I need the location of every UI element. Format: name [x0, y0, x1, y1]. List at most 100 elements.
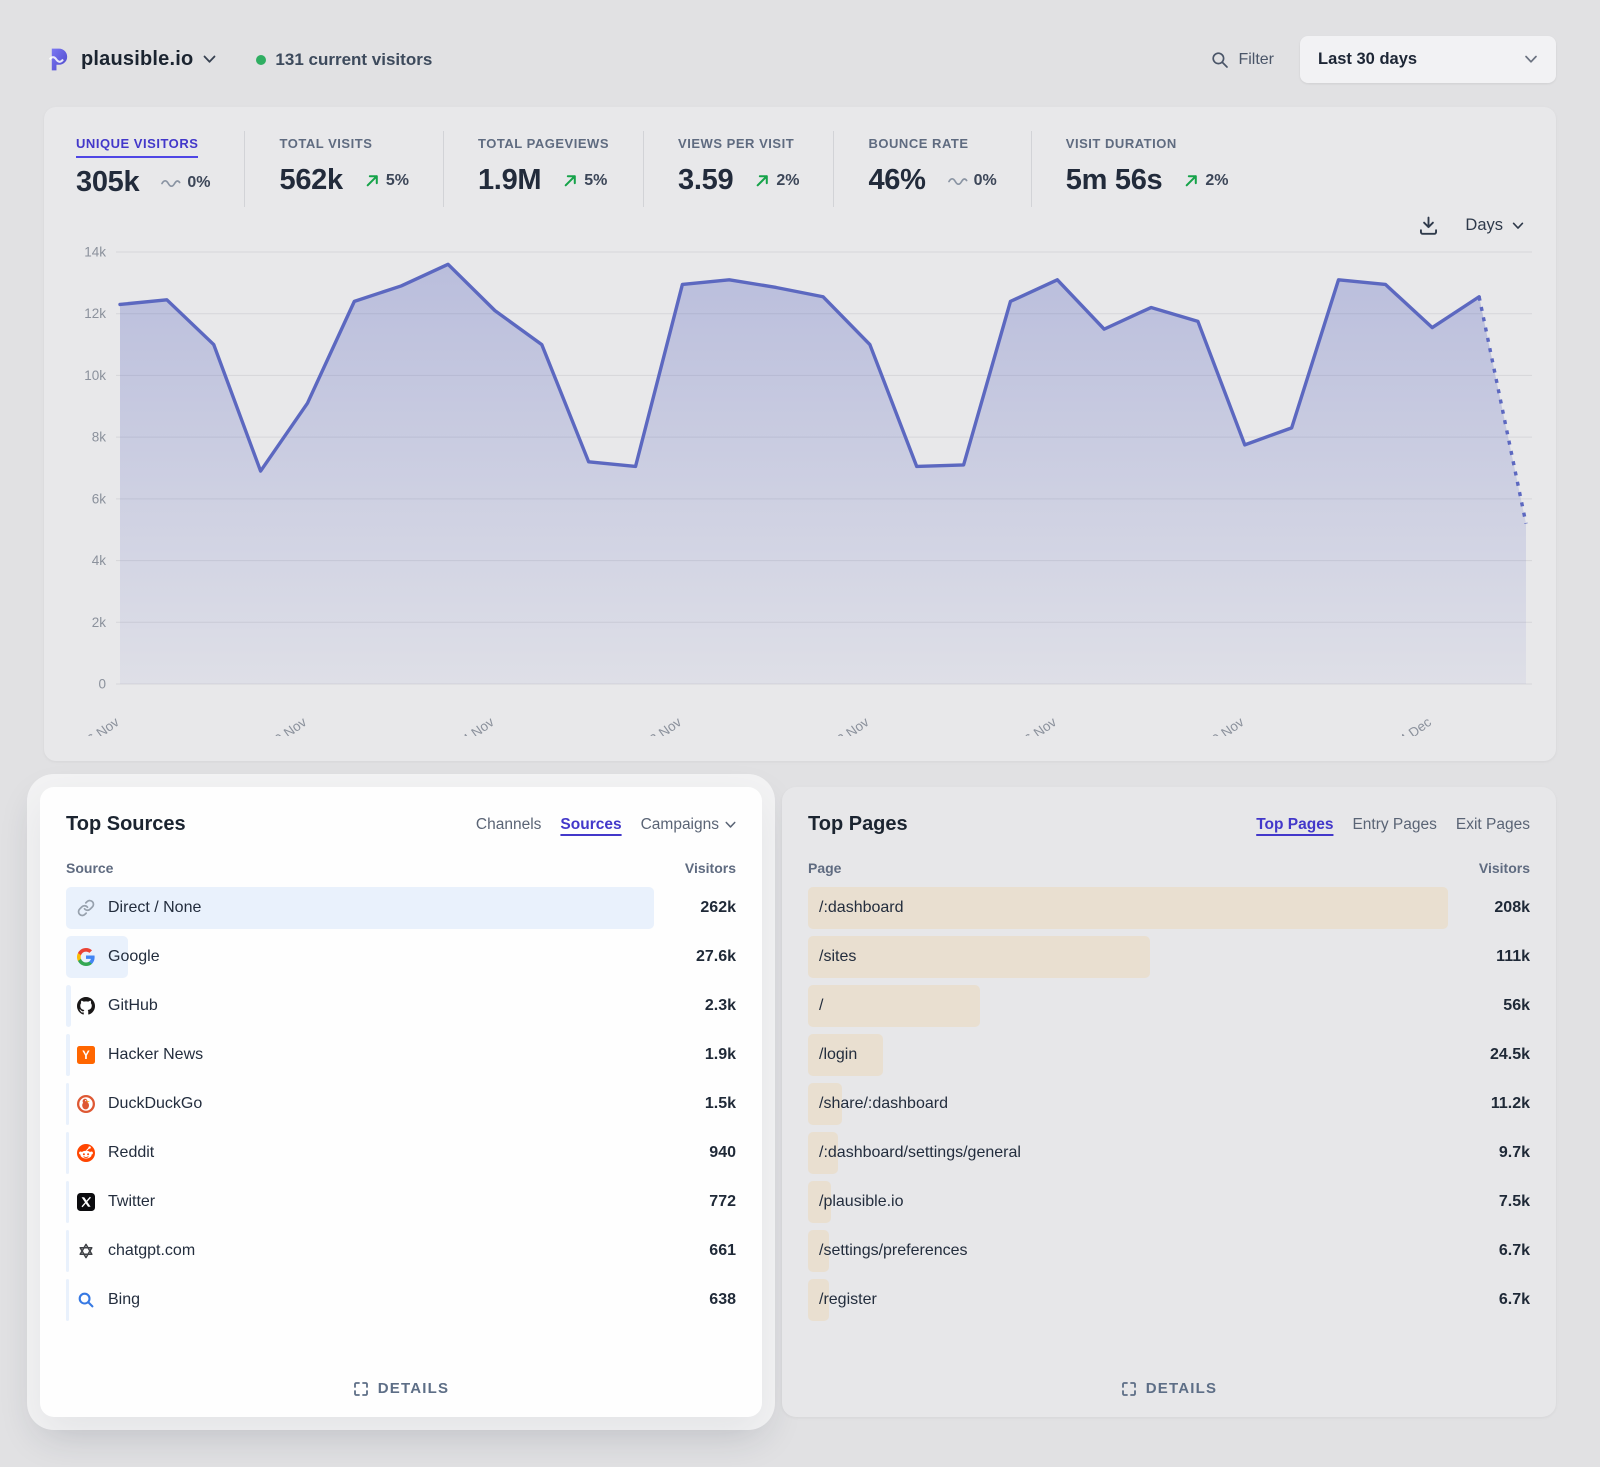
source-row[interactable]: Y Hacker News 1.9k [66, 1033, 736, 1077]
page-visitors: 111k [1448, 948, 1530, 966]
source-row[interactable]: Reddit 940 [66, 1131, 736, 1175]
source-name: Twitter [108, 1193, 155, 1211]
pages-details-button[interactable]: DETAILS [782, 1380, 1556, 1397]
metric-change: 0% [948, 172, 997, 190]
download-button[interactable] [1418, 215, 1439, 236]
page-row[interactable]: /login 24.5k [808, 1033, 1530, 1077]
metric-value: 5m 56s [1066, 164, 1163, 197]
page-row[interactable]: / 56k [808, 984, 1530, 1028]
source-row[interactable]: Bing 638 [66, 1278, 736, 1322]
sources-details-button[interactable]: DETAILS [40, 1380, 762, 1397]
tab[interactable]: Sources [560, 816, 621, 834]
metric-label: VIEWS PER VISIT [678, 136, 794, 156]
metric[interactable]: TOTAL VISITS 562k 5% [244, 131, 442, 207]
page-share-bar [808, 985, 980, 1027]
tab-label: Channels [476, 816, 542, 834]
pages-col-visitors: Visitors [1479, 860, 1530, 876]
pages-tabs: Top Pages Entry Pages Exit Pages [1256, 816, 1530, 834]
source-name: Hacker News [108, 1046, 203, 1064]
metric[interactable]: TOTAL PAGEVIEWS 1.9M 5% [443, 131, 643, 207]
pages-col-page: Page [808, 860, 841, 876]
page-visitors: 56k [1448, 997, 1530, 1015]
source-visitors: 1.9k [654, 1046, 736, 1064]
search-icon [1211, 51, 1229, 69]
page-path: /sites [819, 948, 856, 966]
metric-change: 5% [563, 172, 607, 190]
site-selector[interactable]: plausible.io [44, 46, 216, 73]
metric-value: 1.9M [478, 164, 541, 197]
page-row[interactable]: /settings/preferences 6.7k [808, 1229, 1530, 1273]
bing-icon [77, 1291, 95, 1309]
page-visitors: 11.2k [1448, 1095, 1530, 1113]
source-row[interactable]: chatgpt.com 661 [66, 1229, 736, 1273]
current-visitors-label: 131 current visitors [275, 50, 432, 70]
source-name: DuckDuckGo [108, 1095, 202, 1113]
sources-details-label: DETAILS [378, 1380, 449, 1397]
tab[interactable]: Exit Pages [1456, 816, 1530, 834]
metric-change: 5% [365, 172, 409, 190]
date-range-select[interactable]: Last 30 days [1300, 36, 1556, 83]
page-row[interactable]: /share/:dashboard 11.2k [808, 1082, 1530, 1126]
svg-text:12k: 12k [84, 306, 106, 321]
metric[interactable]: VISIT DURATION 5m 56s 2% [1031, 131, 1263, 207]
source-name: Direct / None [108, 899, 201, 917]
svg-text:30 Nov: 30 Nov [1203, 714, 1247, 736]
svg-text:10 Nov: 10 Nov [266, 714, 310, 736]
metric-change-value: 2% [776, 172, 799, 190]
source-row[interactable]: Direct / None 262k [66, 886, 736, 930]
svg-text:26 Nov: 26 Nov [1016, 714, 1060, 736]
metric-value: 46% [868, 164, 925, 197]
metric-value: 305k [76, 166, 139, 199]
svg-text:14k: 14k [84, 245, 106, 260]
source-visitors: 262k [654, 899, 736, 917]
sources-col-source: Source [66, 860, 113, 876]
metric-change: 2% [1184, 172, 1228, 190]
metric[interactable]: BOUNCE RATE 46% 0% [833, 131, 1030, 207]
flat-wave-icon [161, 178, 181, 188]
tab[interactable]: Entry Pages [1352, 816, 1436, 834]
site-name: plausible.io [81, 48, 193, 71]
tab[interactable]: Top Pages [1256, 816, 1333, 834]
metric-label: UNIQUE VISITORS [76, 136, 198, 158]
metric-value: 562k [279, 164, 342, 197]
page-row[interactable]: /:dashboard/settings/general 9.7k [808, 1131, 1530, 1175]
page-path: /settings/preferences [819, 1242, 968, 1260]
sources-tabs: Channels Sources Campaigns [476, 816, 736, 834]
filter-label: Filter [1238, 51, 1274, 69]
page-path: /share/:dashboard [819, 1095, 948, 1113]
svg-text:18 Nov: 18 Nov [641, 714, 685, 736]
duckduckgo-icon [77, 1095, 95, 1113]
metric[interactable]: VIEWS PER VISIT 3.59 2% [643, 131, 833, 207]
source-row[interactable]: GitHub 2.3k [66, 984, 736, 1028]
svg-text:Y: Y [82, 1050, 90, 1062]
arrow-up-right-icon [563, 173, 578, 188]
page-row[interactable]: /sites 111k [808, 935, 1530, 979]
source-name: Google [108, 948, 160, 966]
svg-text:8k: 8k [92, 430, 107, 445]
page-visitors: 6.7k [1448, 1291, 1530, 1309]
page-path: /:dashboard [819, 899, 904, 917]
page-visitors: 7.5k [1448, 1193, 1530, 1211]
metric-change-value: 5% [584, 172, 607, 190]
source-row[interactable]: DuckDuckGo 1.5k [66, 1082, 736, 1126]
github-icon [77, 997, 95, 1015]
source-row[interactable]: Google 27.6k [66, 935, 736, 979]
page-row[interactable]: /register 6.7k [808, 1278, 1530, 1322]
expand-icon [1121, 1381, 1137, 1397]
source-name: Reddit [108, 1144, 154, 1162]
interval-select[interactable]: Days [1465, 216, 1524, 235]
metric-change-value: 2% [1205, 172, 1228, 190]
svg-text:4 Dec: 4 Dec [1397, 714, 1435, 736]
top-pages-title: Top Pages [808, 813, 908, 836]
chevron-down-icon [203, 55, 216, 64]
tab[interactable]: Campaigns [641, 816, 736, 834]
tab[interactable]: Channels [476, 816, 542, 834]
page-row[interactable]: /plausible.io 7.5k [808, 1180, 1530, 1224]
page-row[interactable]: /:dashboard 208k [808, 886, 1530, 930]
filter-button[interactable]: Filter [1211, 51, 1274, 69]
metric[interactable]: UNIQUE VISITORS 305k 0% [68, 131, 244, 209]
source-row[interactable]: Twitter 772 [66, 1180, 736, 1224]
page-path: /:dashboard/settings/general [819, 1144, 1021, 1162]
metric-change-value: 0% [187, 174, 210, 192]
visitors-chart-canvas: 02k4k6k8k10k12k14k6 Nov10 Nov14 Nov18 No… [68, 238, 1532, 741]
